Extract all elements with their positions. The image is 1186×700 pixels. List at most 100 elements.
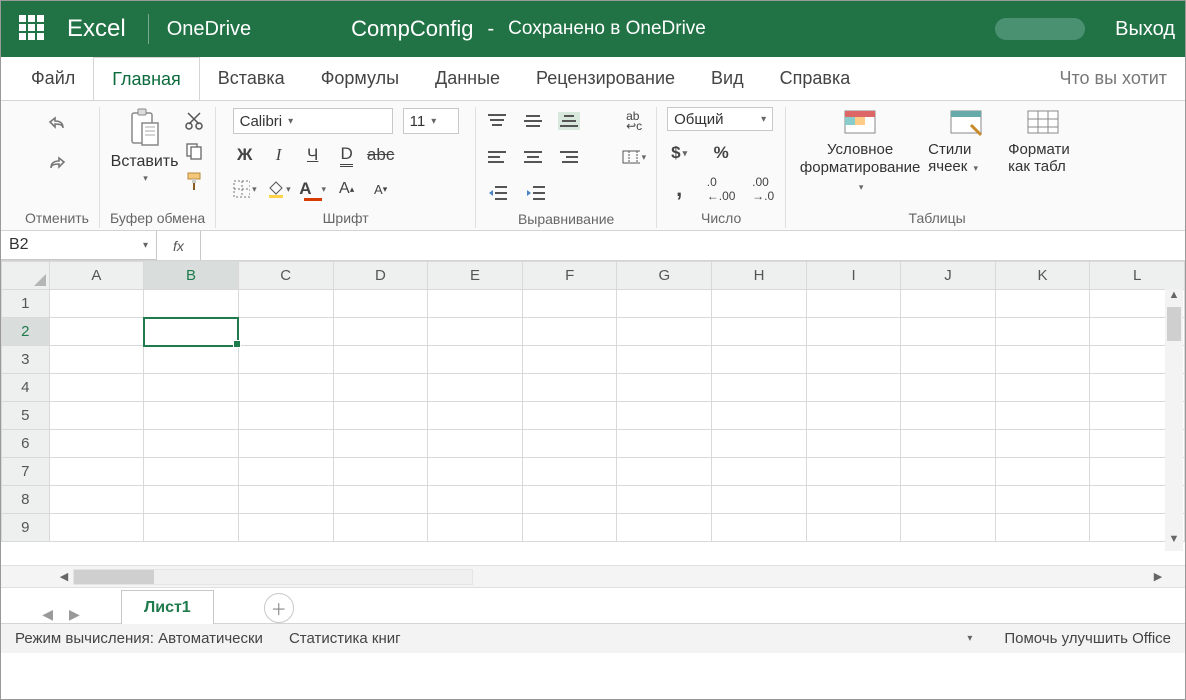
cell-D7[interactable] (333, 458, 428, 486)
cell-H4[interactable] (712, 374, 807, 402)
cell-A7[interactable] (49, 458, 144, 486)
row-header-8[interactable]: 8 (2, 486, 50, 514)
cell-A6[interactable] (49, 430, 144, 458)
italic-button[interactable]: I (267, 143, 291, 167)
cell-F6[interactable] (522, 430, 617, 458)
cell-A2[interactable] (49, 318, 144, 346)
cell-styles-button[interactable]: Стили ячеек ▾ (928, 107, 1004, 175)
cell-D8[interactable] (333, 486, 428, 514)
align-left-button[interactable] (486, 148, 508, 166)
cell-F9[interactable] (522, 514, 617, 542)
tab-home[interactable]: Главная (93, 57, 200, 101)
cell-H5[interactable] (712, 402, 807, 430)
cell-C3[interactable] (238, 346, 333, 374)
col-header-I[interactable]: I (806, 262, 900, 290)
paste-button[interactable]: Вставить ▾ (111, 107, 179, 184)
number-format-combo[interactable]: Общий (667, 107, 773, 131)
row-header-4[interactable]: 4 (2, 374, 50, 402)
cell-C7[interactable] (238, 458, 333, 486)
cell-J3[interactable] (901, 346, 996, 374)
align-center-button[interactable] (522, 148, 544, 166)
tell-me-search[interactable]: Что вы хотит (1041, 57, 1185, 100)
cell-B5[interactable] (144, 402, 239, 430)
tab-data[interactable]: Данные (417, 57, 518, 100)
cell-B7[interactable] (144, 458, 239, 486)
cell-D5[interactable] (333, 402, 428, 430)
cell-C1[interactable] (238, 290, 333, 318)
row-header-7[interactable]: 7 (2, 458, 50, 486)
sheet-nav[interactable]: ◀▶ (1, 606, 121, 623)
cell-G8[interactable] (617, 486, 712, 514)
cell-J2[interactable] (901, 318, 996, 346)
font-color-button[interactable]: A▾ (301, 177, 325, 201)
name-box[interactable]: B2▾ (1, 231, 157, 260)
cell-K6[interactable] (995, 430, 1090, 458)
book-stats-label[interactable]: Статистика книг (289, 630, 401, 647)
tab-help[interactable]: Справка (762, 57, 869, 100)
cut-button[interactable] (184, 111, 204, 131)
tab-formulas[interactable]: Формулы (303, 57, 417, 100)
cell-B6[interactable] (144, 430, 239, 458)
cell-E9[interactable] (428, 514, 523, 542)
help-improve-link[interactable]: Помочь улучшить Office (1004, 630, 1171, 647)
cell-K9[interactable] (995, 514, 1090, 542)
cell-C2[interactable] (238, 318, 333, 346)
align-top-button[interactable] (486, 112, 508, 130)
cell-E4[interactable] (428, 374, 523, 402)
fx-icon[interactable]: fx (157, 231, 201, 260)
conditional-formatting-button[interactable]: Условное форматирование ▾ (796, 107, 924, 196)
cell-E1[interactable] (428, 290, 523, 318)
cell-C6[interactable] (238, 430, 333, 458)
align-bottom-button[interactable] (558, 112, 580, 130)
cell-I3[interactable] (806, 346, 900, 374)
cell-E6[interactable] (428, 430, 523, 458)
cell-I6[interactable] (806, 430, 900, 458)
scroll-thumb[interactable] (1167, 307, 1181, 341)
cell-A5[interactable] (49, 402, 144, 430)
bold-button[interactable]: Ж (233, 143, 257, 167)
scroll-up-icon[interactable]: ▲ (1169, 289, 1180, 307)
cell-C4[interactable] (238, 374, 333, 402)
cell-J5[interactable] (901, 402, 996, 430)
cell-E8[interactable] (428, 486, 523, 514)
cell-G9[interactable] (617, 514, 712, 542)
tab-review[interactable]: Рецензирование (518, 57, 693, 100)
cell-K3[interactable] (995, 346, 1090, 374)
row-header-1[interactable]: 1 (2, 290, 50, 318)
cell-G3[interactable] (617, 346, 712, 374)
cell-J6[interactable] (901, 430, 996, 458)
cell-E7[interactable] (428, 458, 523, 486)
align-middle-button[interactable] (522, 112, 544, 130)
cell-A3[interactable] (49, 346, 144, 374)
cell-K5[interactable] (995, 402, 1090, 430)
decrease-decimal-button[interactable]: .00→.0 (751, 177, 775, 201)
copy-button[interactable] (184, 141, 204, 161)
font-size-combo[interactable]: 11▾ (403, 108, 459, 134)
wrap-text-button[interactable]: ab↩c (622, 109, 646, 133)
cell-I2[interactable] (806, 318, 900, 346)
col-header-E[interactable]: E (428, 262, 523, 290)
status-menu-icon[interactable]: ▾ (967, 633, 972, 644)
cell-F2[interactable] (522, 318, 617, 346)
cell-J8[interactable] (901, 486, 996, 514)
cell-H1[interactable] (712, 290, 807, 318)
cell-H8[interactable] (712, 486, 807, 514)
cell-I9[interactable] (806, 514, 900, 542)
formula-input[interactable] (201, 231, 1185, 260)
cell-A4[interactable] (49, 374, 144, 402)
cell-I1[interactable] (806, 290, 900, 318)
col-header-G[interactable]: G (617, 262, 712, 290)
cell-F1[interactable] (522, 290, 617, 318)
location-label[interactable]: OneDrive (167, 18, 251, 41)
cell-B8[interactable] (144, 486, 239, 514)
cell-H6[interactable] (712, 430, 807, 458)
cell-K8[interactable] (995, 486, 1090, 514)
cell-E5[interactable] (428, 402, 523, 430)
cell-H7[interactable] (712, 458, 807, 486)
cell-D3[interactable] (333, 346, 428, 374)
paste-dropdown-icon[interactable]: ▾ (143, 173, 148, 184)
format-painter-button[interactable] (184, 171, 204, 191)
cell-F3[interactable] (522, 346, 617, 374)
col-header-D[interactable]: D (333, 262, 428, 290)
col-header-J[interactable]: J (901, 262, 996, 290)
